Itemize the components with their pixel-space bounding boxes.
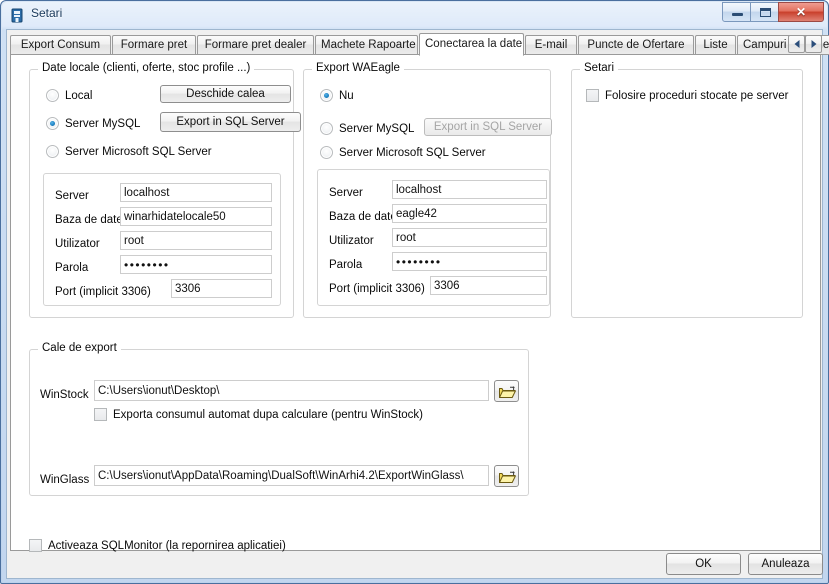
local-export-sql-server-button[interactable]: Export in SQL Server <box>160 112 301 132</box>
local-password-input[interactable]: •••••••• <box>120 255 272 274</box>
eagle-export-sql-server-button[interactable]: Export in SQL Server <box>424 118 552 136</box>
radio-local-server-mssql-indicator <box>46 145 59 158</box>
winglass-path-input[interactable]: C:\Users\ionut\AppData\Roaming\DualSoft\… <box>94 465 489 486</box>
winstock-path-input[interactable]: C:\Users\ionut\Desktop\ <box>94 380 489 401</box>
radio-eagle-server-mysql-label: Server MySQL <box>339 122 415 135</box>
app-building-icon <box>9 7 25 23</box>
folder-open-icon <box>499 386 516 402</box>
window-title: Setari <box>31 6 63 20</box>
eagle-username-input[interactable]: root <box>392 228 547 247</box>
radio-local-server-mysql-label: Server MySQL <box>65 117 141 130</box>
tab-strip: Export Consum Formare pret Formare pret … <box>10 33 829 56</box>
eagle-port-input[interactable]: 3306 <box>430 276 547 295</box>
radio-local-server-mysql[interactable]: Server MySQL <box>46 117 140 130</box>
group-export-waeagle-legend: Export WAEagle <box>312 62 404 74</box>
local-port-input[interactable]: 3306 <box>171 279 272 298</box>
local-connection-fields-panel: Server Baza de date Utilizator Parola Po… <box>43 173 281 306</box>
checkbox-activeaza-sqlmonitor[interactable]: Activeaza SQLMonitor (la repornirea apli… <box>29 539 286 552</box>
radio-eagle-nu-indicator <box>320 89 333 102</box>
radio-local-label: Local <box>65 89 93 102</box>
cancel-button[interactable]: Anuleaza <box>748 553 823 575</box>
group-export-waeagle: Export WAEagle Nu Server MySQL Server Mi… <box>303 62 552 318</box>
radio-eagle-server-mssql-indicator <box>320 146 333 159</box>
local-field-label-port: Port (implicit 3306) <box>55 286 151 298</box>
radio-local-server-mssql-label: Server Microsoft SQL Server <box>65 145 212 158</box>
tab-scroll-left-button[interactable] <box>788 35 805 53</box>
group-cale-de-export: Cale de export WinStock C:\Users\ionut\D… <box>29 342 529 496</box>
local-field-label-parola: Parola <box>55 262 89 274</box>
title-bar: Setari ✕ <box>1 1 828 29</box>
winstock-label: WinStock <box>40 389 89 401</box>
winstock-browse-button[interactable] <box>494 380 519 402</box>
checkbox-exporta-consum-automat-indicator <box>94 408 107 421</box>
tab-scroll-right-button[interactable] <box>805 35 822 53</box>
tab-liste[interactable]: Liste <box>695 35 736 55</box>
group-date-locale-legend: Date locale (clienti, oferte, stoc profi… <box>38 62 255 74</box>
checkbox-folosire-proceduri-stocate-label: Folosire proceduri stocate pe server <box>605 89 789 102</box>
group-date-locale: Date locale (clienti, oferte, stoc profi… <box>29 62 301 318</box>
winglass-label: WinGlass <box>40 474 90 486</box>
checkbox-folosire-proceduri-stocate-indicator <box>586 89 599 102</box>
radio-eagle-server-mssql[interactable]: Server Microsoft SQL Server <box>320 146 486 159</box>
tab-formare-pret[interactable]: Formare pret <box>112 35 196 55</box>
tab-puncte-de-ofertare[interactable]: Puncte de Ofertare <box>578 35 694 55</box>
radio-local[interactable]: Local <box>46 89 93 102</box>
deschide-calea-button[interactable]: Deschide calea <box>160 85 291 103</box>
chevron-left-icon <box>794 40 799 48</box>
radio-eagle-server-mysql[interactable]: Server MySQL <box>320 122 414 135</box>
radio-local-server-mysql-indicator <box>46 117 59 130</box>
minimize-icon <box>732 13 743 16</box>
radio-eagle-nu[interactable]: Nu <box>320 89 354 102</box>
group-setari: Setari Folosire proceduri stocate pe ser… <box>571 62 803 318</box>
local-field-label-baza: Baza de date <box>55 214 123 226</box>
eagle-field-label-baza: Baza de date <box>329 211 397 223</box>
local-server-input[interactable]: localhost <box>120 183 272 202</box>
radio-eagle-server-mssql-label: Server Microsoft SQL Server <box>339 146 486 159</box>
checkbox-exporta-consum-automat[interactable]: Exporta consumul automat dupa calculare … <box>94 408 423 421</box>
eagle-database-input[interactable]: eagle42 <box>392 204 547 223</box>
ok-button[interactable]: OK <box>666 553 741 575</box>
radio-eagle-nu-label: Nu <box>339 89 354 102</box>
tab-machete-rapoarte[interactable]: Machete Rapoarte <box>315 35 418 55</box>
local-field-label-server: Server <box>55 190 89 202</box>
tab-page-conectarea-la-date: Date locale (clienti, oferte, stoc profi… <box>10 54 821 552</box>
checkbox-activeaza-sqlmonitor-label: Activeaza SQLMonitor (la repornirea apli… <box>48 539 286 552</box>
eagle-field-label-parola: Parola <box>329 259 363 271</box>
eagle-password-input[interactable]: •••••••• <box>392 252 547 271</box>
local-username-input[interactable]: root <box>120 231 272 250</box>
local-field-label-utilizator: Utilizator <box>55 238 100 250</box>
tab-conectarea-la-date[interactable]: Conectarea la date <box>419 33 524 56</box>
eagle-field-label-utilizator: Utilizator <box>329 235 374 247</box>
radio-local-indicator <box>46 89 59 102</box>
group-setari-legend: Setari <box>580 62 619 74</box>
tab-email[interactable]: E-mail <box>525 35 577 55</box>
maximize-icon <box>760 8 771 17</box>
close-icon: ✕ <box>795 5 807 19</box>
radio-eagle-server-mysql-indicator <box>320 122 333 135</box>
eagle-field-label-server: Server <box>329 187 363 199</box>
eagle-field-label-port: Port (implicit 3306) <box>329 283 425 295</box>
client-area: Export Consum Formare pret Formare pret … <box>6 29 829 579</box>
eagle-connection-fields-panel: Server Baza de date Utilizator Parola Po… <box>317 169 550 306</box>
folder-open-icon <box>499 471 516 487</box>
maximize-button[interactable] <box>750 2 779 22</box>
eagle-server-input[interactable]: localhost <box>392 180 547 199</box>
group-cale-de-export-legend: Cale de export <box>38 342 121 354</box>
window-controls: ✕ <box>722 2 824 23</box>
winglass-browse-button[interactable] <box>494 465 519 487</box>
checkbox-activeaza-sqlmonitor-indicator <box>29 539 42 552</box>
minimize-button[interactable] <box>722 2 751 22</box>
dialog-footer: OK Anuleaza <box>10 553 823 577</box>
close-button[interactable]: ✕ <box>778 2 824 22</box>
chevron-right-icon <box>811 40 816 48</box>
settings-window: Setari ✕ Export Consum Formare pret Form… <box>0 0 829 584</box>
local-database-input[interactable]: winarhidatelocale50 <box>120 207 272 226</box>
checkbox-folosire-proceduri-stocate[interactable]: Folosire proceduri stocate pe server <box>586 89 788 102</box>
checkbox-exporta-consum-automat-label: Exporta consumul automat dupa calculare … <box>113 408 424 421</box>
radio-local-server-mssql[interactable]: Server Microsoft SQL Server <box>46 145 212 158</box>
tab-formare-pret-dealer[interactable]: Formare pret dealer <box>197 35 314 55</box>
tab-export-consum[interactable]: Export Consum <box>10 35 111 55</box>
